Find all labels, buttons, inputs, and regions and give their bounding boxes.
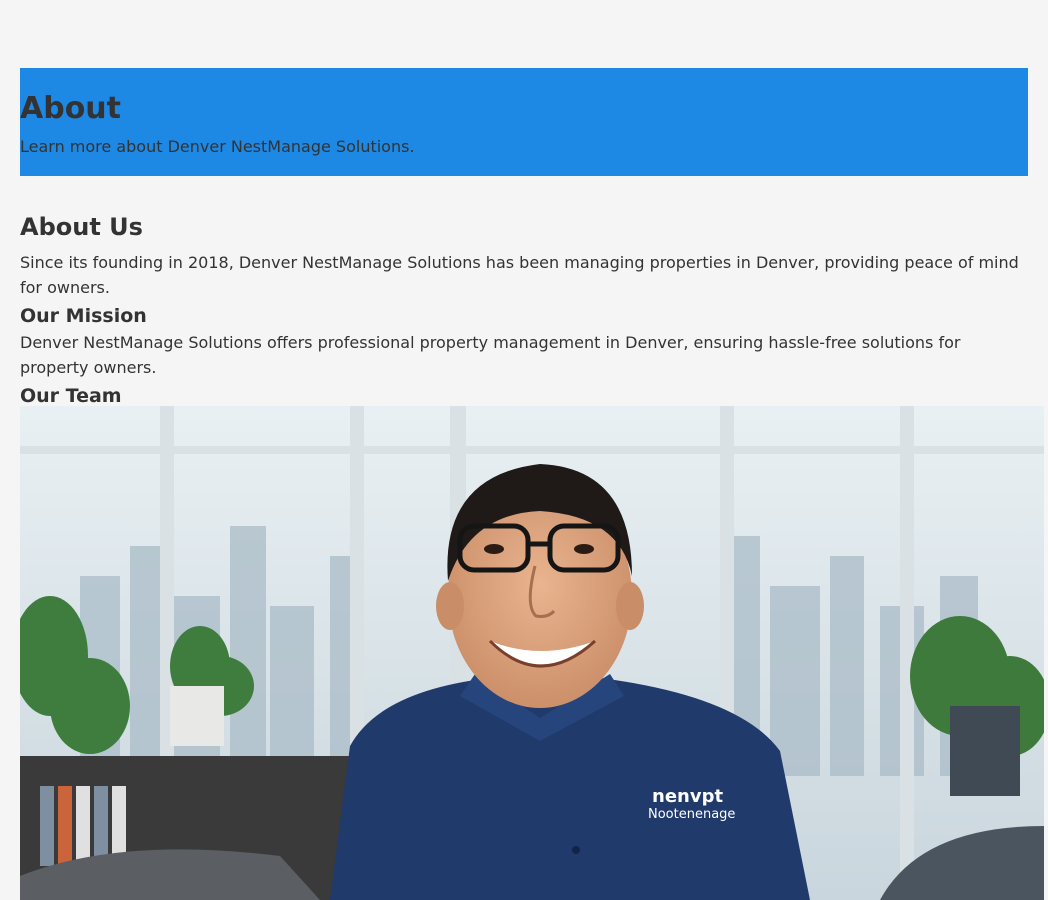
- page-hero-banner: About Learn more about Denver NestManage…: [20, 68, 1028, 176]
- about-us-heading: About Us: [20, 213, 143, 241]
- team-member-photo: nenvpt Nootenenage: [20, 406, 1044, 900]
- page-title: About: [20, 91, 122, 126]
- main-content: About Us Since its founding in 2018, Den…: [20, 210, 1030, 410]
- shirt-logo-line-2: Nootenenage: [648, 807, 735, 822]
- mission-text: Denver NestManage Solutions offers profe…: [20, 333, 961, 377]
- about-page: About Learn more about Denver NestManage…: [0, 0, 1048, 900]
- shirt-logo-line-1: nenvpt: [652, 786, 723, 807]
- mission-heading: Our Mission: [20, 305, 147, 327]
- page-subtitle: Learn more about Denver NestManage Solut…: [20, 137, 415, 156]
- about-us-text: Since its founding in 2018, Denver NestM…: [20, 253, 1019, 297]
